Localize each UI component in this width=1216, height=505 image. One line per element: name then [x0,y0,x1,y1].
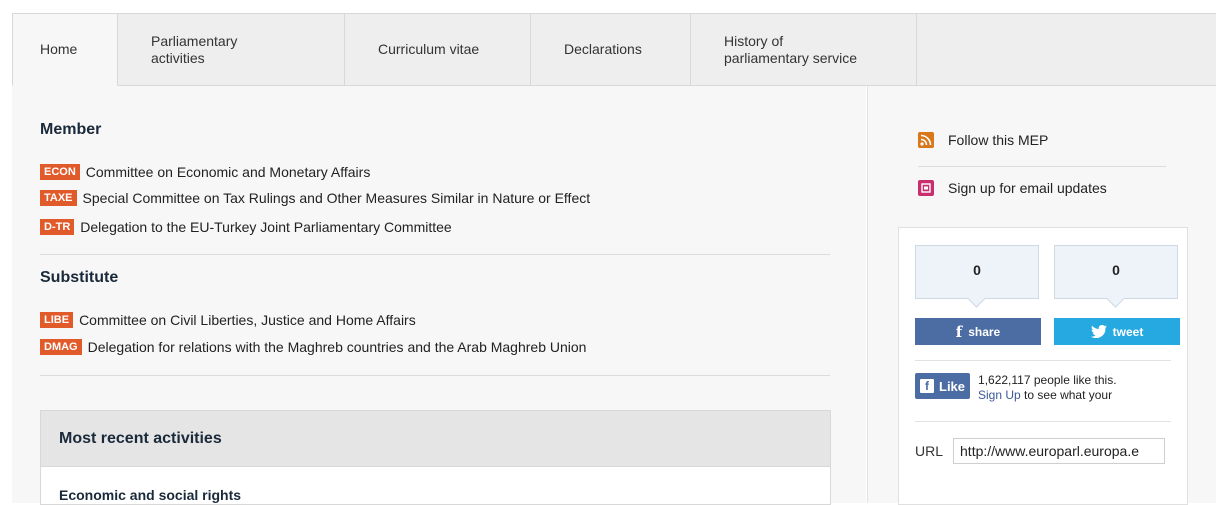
sidebar-divider [918,166,1166,167]
tab-label-line2: parliamentary service [724,49,858,66]
email-icon [918,180,934,196]
facebook-share-button[interactable]: f share [915,318,1041,345]
tab-bar-filler [917,13,1216,86]
facebook-like-widget: f Like 1,622,117 people like this. Sign … [915,373,1117,403]
tab-curriculum-vitae[interactable]: Curriculum vitae [345,13,531,86]
committee-name: Special Committee on Tax Rulings and Oth… [82,190,591,206]
tab-home-label: Home [40,41,78,57]
tab-label-line1: Parliamentary [151,32,238,49]
tab-parliamentary-activities-label: Parliamentary activities [151,33,237,67]
social-share-box: 0 0 f share tweet f Like 1,622,117 peopl… [898,227,1188,505]
activity-category[interactable]: Economic and social rights [59,487,241,503]
like-signup-rest: to see what your [1020,388,1113,402]
member-heading: Member [40,121,102,138]
url-field[interactable] [953,438,1166,464]
substitute-heading: Substitute [40,269,119,286]
tab-curriculum-vitae-label: Curriculum vitae [378,41,480,57]
url-row: URL [915,438,1166,464]
committee-row-econ[interactable]: ECON Committee on Economic and Monetary … [40,163,370,181]
committee-row-dmag[interactable]: DMAG Delegation for relations with the M… [40,338,586,356]
count-pointer [967,289,986,308]
tab-declarations[interactable]: Declarations [531,13,691,86]
committee-code-badge: ECON [40,164,80,180]
committee-code-badge: TAXE [40,190,77,206]
recent-activities-heading: Most recent activities [41,411,830,467]
tab-history-label: History of parliamentary service [724,33,857,67]
section-divider [40,254,830,255]
facebook-like-button[interactable]: f Like [915,373,971,399]
like-label: Like [939,378,966,394]
follow-mep-label: Follow this MEP [948,132,1049,148]
tab-home[interactable]: Home [12,13,118,86]
committee-code-badge: DMAG [40,339,82,355]
email-updates-link[interactable]: Sign up for email updates [918,180,1107,196]
twitter-bird-icon [1090,325,1107,338]
committee-code-badge: D-TR [40,219,75,235]
section-divider [40,375,830,376]
main-content: Member ECON Committee on Economic and Mo… [12,86,866,505]
url-label: URL [915,443,944,459]
tab-label-line1: History of [724,32,784,49]
tab-label-line2: activities [151,49,205,66]
follow-mep-link[interactable]: Follow this MEP [918,132,1048,148]
facebook-f-icon: f [920,379,934,393]
profile-tabs: Home Parliamentary activities Curriculum… [12,13,1216,86]
facebook-share-count: 0 [915,245,1039,308]
share-label: share [968,324,1001,339]
committee-row-taxe[interactable]: TAXE Special Committee on Tax Rulings an… [40,189,590,207]
committee-row-libe[interactable]: LIBE Committee on Civil Liberties, Justi… [40,311,416,329]
committee-row-dtr[interactable]: D-TR Delegation to the EU-Turkey Joint P… [40,218,452,236]
tweet-button[interactable]: tweet [1054,318,1180,345]
facebook-f-icon: f [955,322,963,341]
committee-name: Committee on Economic and Monetary Affai… [85,164,371,180]
facebook-signup-link[interactable]: Sign Up [978,388,1021,402]
social-divider [915,421,1171,422]
tab-declarations-label: Declarations [564,41,642,57]
tab-history-of-parliamentary-service[interactable]: History of parliamentary service [691,13,917,86]
committee-code-badge: LIBE [40,312,74,328]
like-count-text: 1,622,117 people like this. Sign Up to s… [978,373,1117,403]
tweet-label: tweet [1112,324,1144,339]
like-signup-line: Sign Up to see what your [978,388,1117,403]
like-count-line: 1,622,117 people like this. [978,373,1117,387]
twitter-share-count: 0 [1054,245,1178,308]
recent-activities-panel: Most recent activities Economic and soci… [40,410,831,505]
committee-name: Delegation to the EU-Turkey Joint Parlia… [80,219,452,235]
tab-parliamentary-activities[interactable]: Parliamentary activities [118,13,345,86]
sidebar: Follow this MEP Sign up for email update… [867,86,1216,505]
count-pointer [1106,289,1125,308]
email-updates-label: Sign up for email updates [948,180,1107,196]
committee-name: Delegation for relations with the Maghre… [87,339,587,355]
rss-icon [918,132,934,148]
social-divider [915,360,1171,361]
committee-name: Committee on Civil Liberties, Justice an… [79,312,416,328]
